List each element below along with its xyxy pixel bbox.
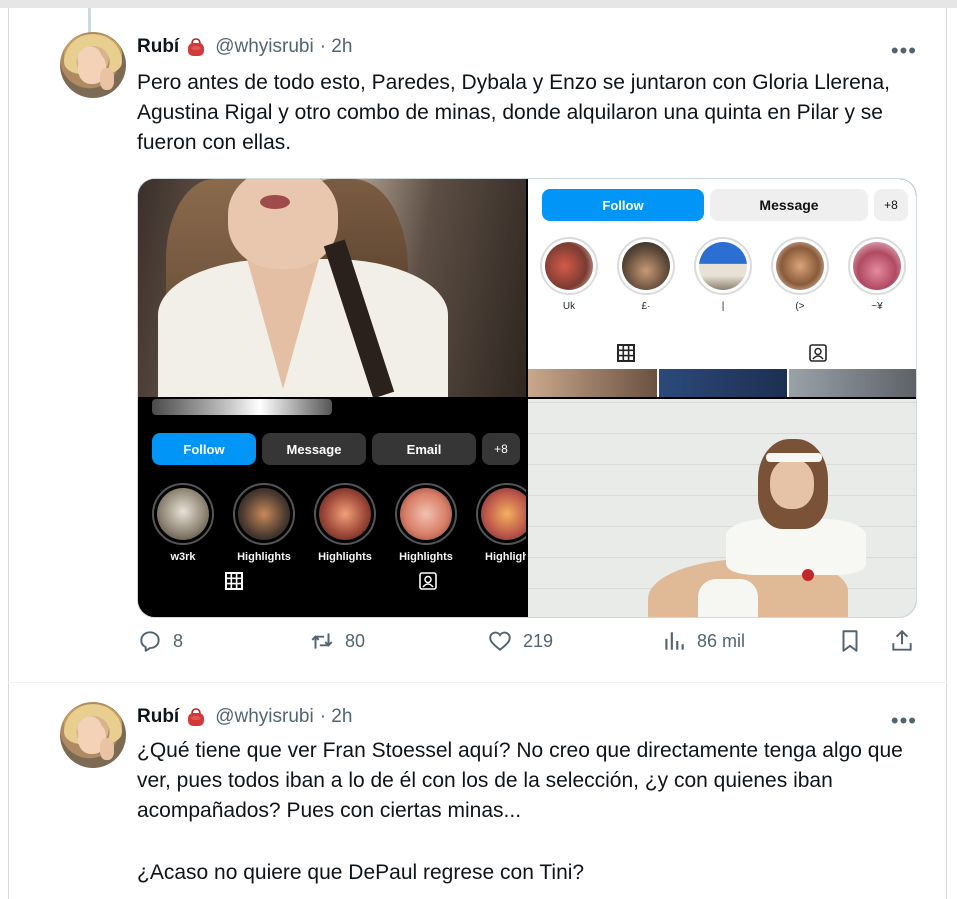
highlight: Uk	[540, 237, 598, 313]
ig-follow-button: Follow	[152, 433, 256, 465]
blurred-username	[152, 399, 332, 415]
media-photo-3[interactable]: Follow Message Email +8 w3rk Highlights …	[138, 399, 526, 617]
tweet[interactable]: Rubí @whyisrubi · 2h ••• Pero antes de t…	[8, 30, 947, 682]
ig-add-user-icon: +8	[482, 433, 520, 465]
tweet-header: Rubí @whyisrubi · 2h	[137, 34, 352, 60]
avatar[interactable]	[60, 32, 126, 98]
highlight: Highlights	[314, 483, 376, 563]
avatar[interactable]	[60, 702, 126, 768]
ig-tabs	[528, 337, 916, 373]
highlight: ~¥	[848, 237, 906, 313]
tweet[interactable]: Rubí @whyisrubi · 2h ••• ¿Qué tiene que …	[8, 700, 947, 899]
highlight: Highlights	[395, 483, 457, 563]
ig-email-button: Email	[372, 433, 476, 465]
ig-add-user-icon: +8	[874, 189, 908, 221]
like-button[interactable]: 219	[487, 628, 553, 654]
media-photo-1[interactable]	[138, 179, 526, 397]
ig-highlights: w3rk Highlights Highlights Highlights Hi…	[152, 483, 526, 563]
ig-message-button: Message	[710, 189, 868, 221]
user-handle[interactable]: @whyisrubi	[215, 36, 313, 58]
share-icon	[892, 629, 912, 651]
red-bag-icon	[185, 706, 207, 728]
media-grid[interactable]: Follow Message +8 Uk £· | (> ~¥ Follow M…	[137, 178, 917, 618]
timestamp[interactable]: · 2h	[320, 36, 353, 58]
more-options-button[interactable]: •••	[891, 710, 917, 732]
highlight: (>	[771, 237, 829, 313]
tweet-text: ¿Qué tiene que ver Fran Stoessel aquí? N…	[137, 739, 903, 822]
like-count: 219	[523, 630, 554, 651]
tweet-text-paragraph-2: ¿Acaso no quiere que DePaul regrese con …	[137, 861, 585, 884]
highlight: Highlights	[233, 483, 295, 563]
heart-icon	[489, 631, 511, 651]
more-options-button[interactable]: •••	[891, 40, 917, 62]
tweet-actions: 8 80 219 86 mil	[129, 628, 919, 658]
retweet-button[interactable]: 80	[309, 628, 365, 654]
highlight: w3rk	[152, 483, 214, 563]
views-count: 86 mil	[697, 630, 746, 651]
retweet-icon	[311, 633, 333, 649]
ig-thumbnails	[528, 369, 916, 397]
reply-icon	[140, 631, 160, 652]
red-bag-icon	[185, 36, 207, 58]
grid-icon	[224, 571, 244, 591]
bookmark-icon	[842, 630, 858, 652]
timestamp[interactable]: · 2h	[320, 706, 353, 728]
ig-message-button: Message	[262, 433, 366, 465]
reply-button[interactable]: 8	[137, 628, 183, 654]
share-button[interactable]	[889, 628, 915, 654]
ig-follow-button: Follow	[542, 189, 704, 221]
tweet-text: Pero antes de todo esto, Paredes, Dybala…	[137, 71, 890, 154]
ig-highlights: Uk £· | (> ~¥	[540, 237, 906, 313]
tagged-icon	[418, 571, 438, 591]
tagged-icon	[808, 343, 828, 363]
media-photo-2[interactable]: Follow Message +8 Uk £· | (> ~¥	[528, 179, 916, 397]
media-photo-4[interactable]	[528, 399, 916, 617]
grid-icon	[616, 343, 636, 363]
views-button[interactable]: 86 mil	[661, 628, 745, 654]
display-name[interactable]: Rubí	[137, 706, 179, 728]
highlight: £·	[617, 237, 675, 313]
tweet-header: Rubí @whyisrubi · 2h	[137, 704, 352, 730]
retweet-count: 80	[345, 630, 366, 651]
highlight: |	[694, 237, 752, 313]
highlight: Highligh	[476, 483, 526, 563]
window-top-bar	[0, 0, 957, 8]
reply-count: 8	[173, 630, 184, 651]
views-icon	[665, 632, 684, 650]
display-name[interactable]: Rubí	[137, 36, 179, 58]
user-handle[interactable]: @whyisrubi	[215, 706, 313, 728]
bookmark-button[interactable]	[837, 628, 863, 654]
tweet-divider	[8, 682, 947, 683]
